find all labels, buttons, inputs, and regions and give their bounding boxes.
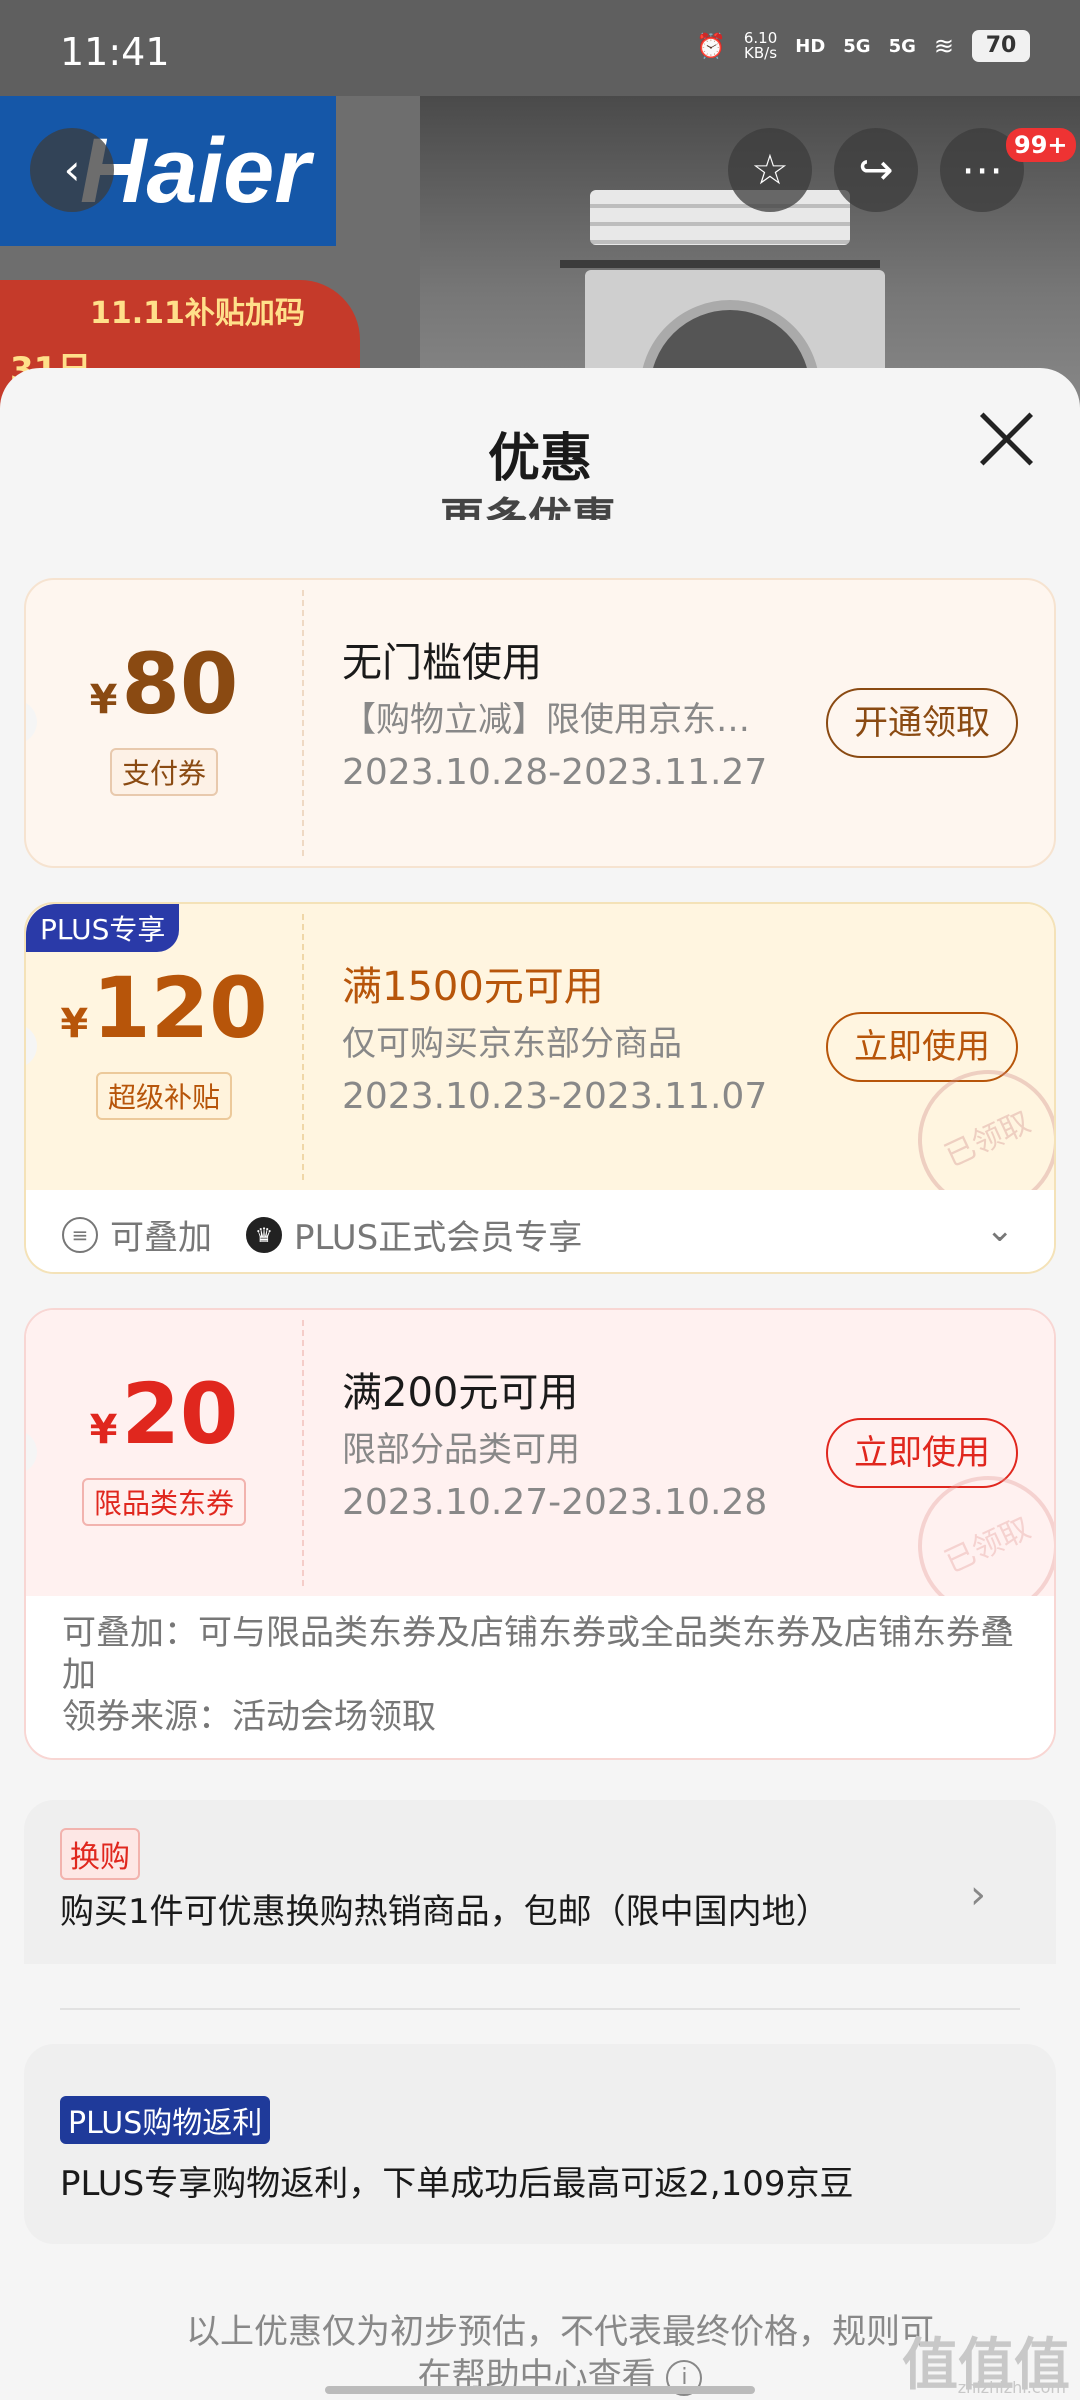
coupon-footer[interactable]: ≡ 可叠加 ♛ PLUS正式会员专享 ⌄ xyxy=(26,1190,1054,1272)
close-icon[interactable] xyxy=(975,408,1037,470)
exchange-badge: 换购 xyxy=(60,1828,140,1880)
currency-symbol: ¥ xyxy=(89,677,118,723)
status-icons: ⏰ 6.10 KB/s HD 5G 5G ≋ 70 xyxy=(696,30,1030,62)
coupon-desc: 限部分品类可用 xyxy=(342,1430,580,1470)
coupon-type-tag: 支付券 xyxy=(109,748,219,796)
share-icon: ↪ xyxy=(858,145,894,194)
more-dots-icon: ⋯ xyxy=(961,145,1003,194)
hd-icon: HD xyxy=(795,35,826,57)
plus-member-tag: ♛ PLUS正式会员专享 xyxy=(246,1210,582,1259)
coupon-desc: 【购物立减】限使用京东… xyxy=(342,700,750,740)
signal-5g-1: 5G xyxy=(843,35,871,57)
coupon-divider xyxy=(302,590,304,856)
coupon-dates: 2023.10.28-2023.11.27 xyxy=(342,752,768,793)
plus-rebate-card: PLUS购物返利 PLUS专享购物返利，下单成功后最高可返2,109京豆 xyxy=(24,2044,1056,2244)
coupon-title: 满200元可用 xyxy=(342,1370,579,1416)
coupon-sheet: 优惠 更多优惠 ¥80 支付券 无门槛使用 【购物立减】限使用京东… 2023.… xyxy=(0,368,1080,2400)
wifi-icon: ≋ xyxy=(933,32,954,60)
coupon-divider xyxy=(302,1320,304,1586)
coupon-amount: ¥120 xyxy=(26,966,302,1050)
home-indicator[interactable] xyxy=(325,2386,755,2394)
promo-text-1: 11.11补贴加码 xyxy=(90,296,305,331)
chevron-down-icon[interactable]: ⌄ xyxy=(986,1210,1015,1250)
plus-member-label: PLUS正式会员专享 xyxy=(294,1218,583,1258)
coupon-rules[interactable]: 可叠加：可与限品类东券及店铺东券或全品类东券及店铺东券叠加 领券来源：活动会场领… xyxy=(26,1596,1054,1758)
product-image-shelf xyxy=(560,260,880,268)
coupon-card: ¥80 支付券 无门槛使用 【购物立减】限使用京东… 2023.10.28-20… xyxy=(24,578,1056,868)
net-speed-unit: KB/s xyxy=(744,44,778,62)
favorite-button[interactable]: ☆ xyxy=(728,128,812,212)
coupon-card: PLUS专享 ¥120 超级补贴 满1500元可用 仅可购买京东部分商品 202… xyxy=(24,902,1056,1274)
claim-button[interactable]: 开通领取 xyxy=(826,688,1018,758)
stack-icon: ≡ xyxy=(62,1216,98,1253)
coupon-dates: 2023.10.23-2023.11.07 xyxy=(342,1076,768,1117)
plus-rebate-badge: PLUS购物返利 xyxy=(60,2096,271,2144)
crown-icon: ♛ xyxy=(246,1216,282,1253)
notification-badge: 99+ xyxy=(1006,128,1076,162)
sheet-title: 优惠 xyxy=(487,429,592,489)
section-heading: 更多优惠 xyxy=(440,494,616,520)
amount-value: 120 xyxy=(92,959,268,1057)
status-bar: 11:41 ⏰ 6.10 KB/s HD 5G 5G ≋ 70 xyxy=(0,0,1080,96)
stackable-tag: ≡ 可叠加 xyxy=(62,1210,212,1259)
coupon-value: ¥80 支付券 xyxy=(26,580,302,866)
product-background: Haier 11.11补贴加码 31日 ‹ ☆ ↪ ⋯ 99+ 11:41 ⏰ … xyxy=(0,0,1080,420)
share-button[interactable]: ↪ xyxy=(834,128,918,212)
coupon-divider xyxy=(302,914,304,1180)
amount-value: 20 xyxy=(121,1365,239,1463)
coupon-amount: ¥80 xyxy=(26,642,302,726)
coupon-desc: 仅可购买京东部分商品 xyxy=(342,1024,682,1064)
currency-symbol: ¥ xyxy=(89,1407,118,1453)
exchange-card[interactable]: 换购 购买1件可优惠换购热销商品，包邮（限中国内地） › xyxy=(24,1800,1056,1964)
stack-rule: 可叠加：可与限品类东券及店铺东券或全品类东券及店铺东券叠加 xyxy=(62,1613,1014,1695)
watermark-url: zhizhizhi.com xyxy=(957,2378,1066,2397)
coupon-source: 领券来源：活动会场领取 xyxy=(62,1697,436,1737)
chevron-up-icon[interactable]: ⌃ xyxy=(990,1612,1019,1654)
battery-icon: 70 xyxy=(972,30,1030,62)
coupon-type-tag: 超级补贴 xyxy=(95,1072,233,1120)
exchange-text: 购买1件可优惠换购热销商品，包邮（限中国内地） xyxy=(60,1892,830,1932)
coupon-dates: 2023.10.27-2023.10.28 xyxy=(342,1482,768,1523)
divider xyxy=(60,2008,1020,2010)
star-icon: ☆ xyxy=(751,145,789,194)
coupon-value: ¥20 限品类东券 xyxy=(26,1310,302,1596)
coupon-card: ¥20 限品类东券 满200元可用 限部分品类可用 2023.10.27-202… xyxy=(24,1308,1056,1760)
coupon-type-tag: 限品类东券 xyxy=(81,1478,247,1526)
plus-exclusive-badge: PLUS专享 xyxy=(26,904,180,952)
coupon-title: 满1500元可用 xyxy=(342,964,604,1010)
alarm-icon: ⏰ xyxy=(695,32,726,60)
coupon-title: 无门槛使用 xyxy=(342,640,542,686)
product-image-towels xyxy=(590,190,850,245)
coupon-amount: ¥20 xyxy=(26,1372,302,1456)
status-time: 11:41 xyxy=(60,30,170,74)
plus-rebate-text: PLUS专享购物返利，下单成功后最高可返2,109京豆 xyxy=(60,2164,854,2204)
back-arrow-icon: ‹ xyxy=(63,145,81,194)
currency-symbol: ¥ xyxy=(60,1001,89,1047)
chevron-right-icon[interactable]: › xyxy=(970,1872,986,1918)
signal-5g-2: 5G xyxy=(888,35,916,57)
net-speed: 6.10 KB/s xyxy=(744,31,777,61)
stackable-label: 可叠加 xyxy=(110,1218,212,1258)
back-button[interactable]: ‹ xyxy=(30,128,114,212)
amount-value: 80 xyxy=(121,635,239,733)
